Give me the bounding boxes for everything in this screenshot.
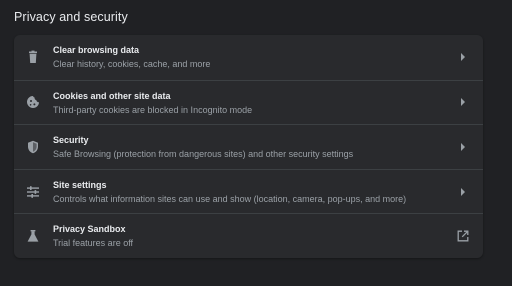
- privacy-security-card: Clear browsing data Clear history, cooki…: [14, 35, 483, 258]
- shield-icon: [26, 140, 40, 154]
- row-title: Privacy Sandbox: [53, 224, 126, 235]
- flask-icon: [26, 229, 40, 243]
- sliders-icon: [26, 185, 40, 199]
- row-title: Site settings: [53, 179, 107, 190]
- row-subtitle: Safe Browsing (protection from dangerous…: [53, 149, 354, 160]
- chevron-right-icon: [460, 98, 466, 107]
- cookies-site-data-row[interactable]: Cookies and other site data Third-party …: [14, 79, 483, 125]
- row-subtitle: Controls what information sites can use …: [53, 193, 407, 204]
- row-title: Cookies and other site data: [53, 90, 171, 101]
- clear-browsing-data-row[interactable]: Clear browsing data Clear history, cooki…: [14, 35, 483, 80]
- chevron-right-icon: [460, 53, 466, 62]
- row-subtitle: Third-party cookies are blocked in Incog…: [53, 104, 253, 115]
- row-title: Clear browsing data: [53, 45, 140, 55]
- section-title: Privacy and security: [14, 10, 128, 24]
- trash-icon: [26, 50, 40, 64]
- security-row[interactable]: Security Safe Browsing (protection from …: [14, 124, 483, 169]
- open-in-new-icon[interactable]: [457, 230, 469, 242]
- row-subtitle: Trial features are off: [53, 238, 134, 249]
- chevron-right-icon: [460, 187, 466, 196]
- site-settings-row[interactable]: Site settings Controls what information …: [14, 168, 483, 214]
- cookie-icon: [26, 95, 40, 109]
- settings-page: Privacy and security Clear browsing data…: [0, 0, 512, 286]
- privacy-sandbox-row[interactable]: Privacy Sandbox Trial features are off: [14, 213, 483, 258]
- row-title: Security: [53, 135, 89, 146]
- row-subtitle: Clear history, cookies, cache, and more: [53, 59, 211, 69]
- chevron-right-icon: [460, 142, 466, 151]
